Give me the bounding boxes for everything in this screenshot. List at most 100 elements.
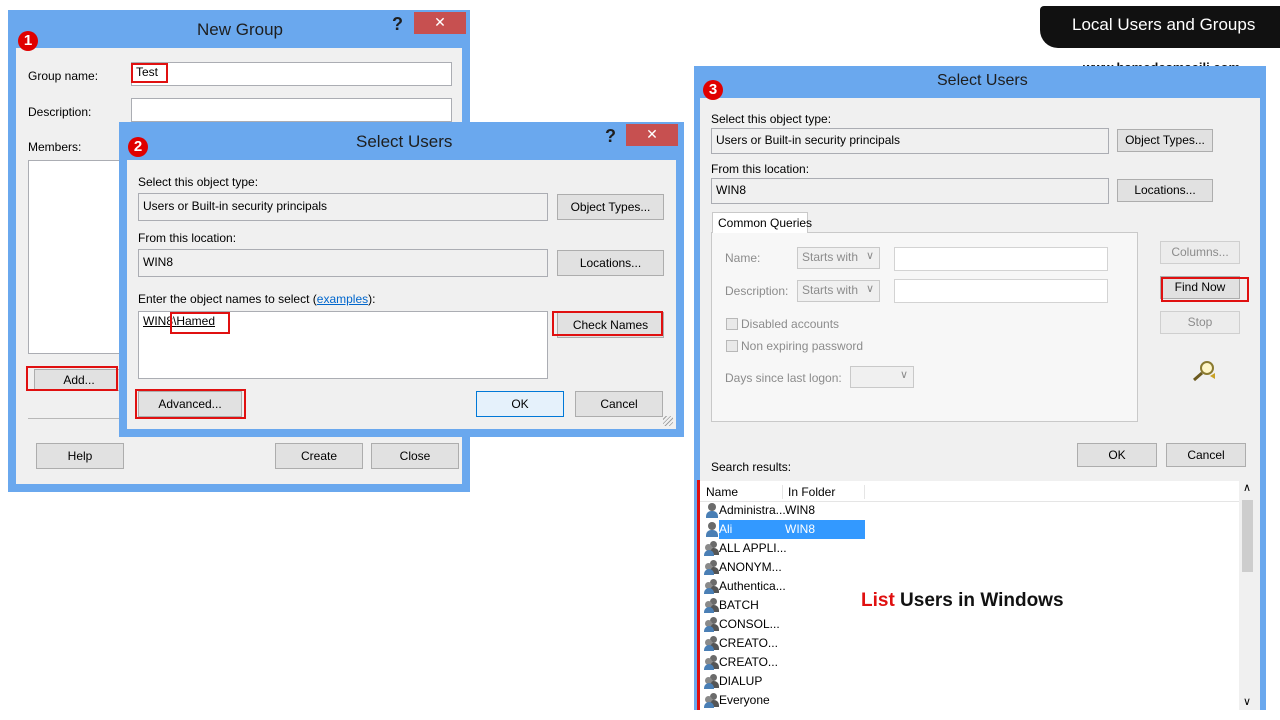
search-results-label: Search results: — [711, 460, 792, 474]
result-row[interactable]: Administra... WIN8 — [700, 501, 1240, 520]
caption-highlight: List — [861, 590, 895, 611]
result-row[interactable]: CREATO... — [700, 634, 1240, 653]
locations-button[interactable]: Locations... — [1117, 179, 1213, 202]
object-type-label: Select this object type: — [138, 175, 259, 189]
object-type-field: Users or Built-in security principals — [138, 193, 548, 221]
chevron-down-icon: ∨ — [899, 369, 908, 381]
ok-button[interactable]: OK — [476, 391, 564, 417]
scroll-thumb[interactable] — [1242, 500, 1253, 572]
group-icon — [704, 636, 719, 651]
help-title-button[interactable]: ? — [392, 14, 403, 35]
result-row[interactable]: Ali WIN8 — [700, 520, 1240, 539]
group-icon — [704, 674, 719, 689]
result-name: CONSOL... — [719, 617, 780, 631]
result-name: DIALUP — [719, 674, 763, 688]
group-icon — [704, 579, 719, 594]
group-icon — [704, 617, 719, 632]
highlight-add-button — [26, 366, 118, 391]
description-input[interactable] — [131, 98, 452, 122]
search-people-icon — [1193, 361, 1215, 382]
select-users-large-client: Select this object type: Users or Built-… — [700, 98, 1260, 710]
columns-button[interactable]: Columns... — [1160, 241, 1240, 264]
disabled-accounts-checkbox[interactable] — [726, 318, 738, 330]
chevron-down-icon: ∨ — [865, 250, 874, 262]
results-red-bar — [697, 480, 700, 710]
description-combo[interactable]: Starts with ∨ — [797, 280, 880, 302]
help-button[interactable]: Help — [36, 443, 124, 469]
window-title: Select Users — [937, 72, 1028, 89]
object-types-button[interactable]: Object Types... — [1117, 129, 1213, 152]
name-combo[interactable]: Starts with ∨ — [797, 247, 880, 269]
window-title: New Group — [197, 20, 283, 39]
enter-names-suffix: ): — [368, 292, 376, 306]
result-row[interactable]: CONSOL... — [700, 615, 1240, 634]
ok-button[interactable]: OK — [1077, 443, 1157, 467]
resize-grip-icon[interactable] — [663, 416, 673, 426]
enter-names-label: Enter the object names to select (exampl… — [138, 292, 375, 306]
description-input[interactable] — [894, 279, 1108, 303]
column-header-folder[interactable]: In Folder — [788, 485, 865, 499]
name-combo-value: Starts with — [802, 250, 859, 264]
enter-names-prefix: Enter the object names to select ( — [138, 292, 317, 306]
result-row[interactable]: CREATO... — [700, 653, 1240, 672]
location-field: WIN8 — [711, 178, 1109, 204]
group-icon — [704, 655, 719, 670]
group-name-input[interactable]: Test — [131, 62, 452, 86]
result-name: Authentica... — [719, 579, 786, 593]
name-label: Name: — [725, 251, 761, 265]
scroll-up-icon[interactable]: ∧ — [1243, 481, 1251, 494]
highlight-advanced — [135, 389, 246, 419]
examples-link[interactable]: examples — [317, 292, 368, 306]
column-header-name[interactable]: Name — [706, 485, 783, 499]
user-icon — [704, 522, 719, 537]
description-combo-value: Starts with — [802, 283, 859, 297]
results-header: Name In Folder — [700, 481, 1240, 502]
step-marker-3: 3 — [703, 80, 723, 100]
highlight-find-now — [1161, 277, 1249, 302]
result-name: CREATO... — [719, 636, 778, 650]
close-button[interactable]: Close — [371, 443, 459, 469]
tab-common-queries[interactable]: Common Queries — [712, 212, 812, 233]
result-name: Everyone — [719, 693, 770, 707]
cancel-button[interactable]: Cancel — [1166, 443, 1246, 467]
step-marker-1: 1 — [18, 31, 38, 51]
group-icon — [704, 541, 719, 556]
locations-button[interactable]: Locations... — [557, 250, 664, 276]
names-domain: WIN8 — [143, 314, 173, 328]
result-name: CREATO... — [719, 655, 778, 669]
help-title-button[interactable]: ? — [605, 126, 616, 147]
close-title-button[interactable]: ✕ — [626, 124, 678, 146]
result-name: ALL APPLI... — [719, 541, 787, 555]
result-name: Administra... — [719, 503, 786, 517]
name-input[interactable] — [894, 247, 1108, 271]
result-folder: WIN8 — [785, 503, 815, 517]
caption: List Users in Windows — [861, 590, 1064, 612]
location-label: From this location: — [138, 231, 237, 245]
result-name: BATCH — [719, 598, 759, 612]
chevron-down-icon: ∨ — [865, 283, 874, 295]
description-label: Description: — [28, 105, 92, 119]
divider — [28, 418, 128, 419]
group-icon — [704, 560, 719, 575]
create-button[interactable]: Create — [275, 443, 363, 469]
non-expiring-checkbox[interactable] — [726, 340, 738, 352]
stop-button[interactable]: Stop — [1160, 311, 1240, 334]
result-row[interactable]: ANONYM... — [700, 558, 1240, 577]
caption-rest: Users in Windows — [894, 590, 1064, 611]
result-row[interactable]: Everyone — [700, 691, 1240, 710]
object-types-button[interactable]: Object Types... — [557, 194, 664, 220]
result-row[interactable]: ALL APPLI... — [700, 539, 1240, 558]
select-users-large-window: Select Users Select this object type: Us… — [694, 66, 1266, 710]
user-icon — [704, 503, 719, 518]
close-title-button[interactable]: ✕ — [414, 12, 466, 34]
location-field: WIN8 — [138, 249, 548, 277]
result-folder: WIN8 — [785, 522, 815, 536]
description-label: Description: — [725, 284, 789, 298]
scroll-down-icon[interactable]: ∨ — [1243, 695, 1251, 708]
scrollbar[interactable]: ∧ ∨ — [1239, 481, 1256, 710]
group-icon — [704, 693, 719, 708]
days-since-logon-combo[interactable]: ∨ — [850, 366, 914, 388]
cancel-button[interactable]: Cancel — [575, 391, 663, 417]
result-row[interactable]: DIALUP — [700, 672, 1240, 691]
result-name: ANONYM... — [719, 560, 782, 574]
